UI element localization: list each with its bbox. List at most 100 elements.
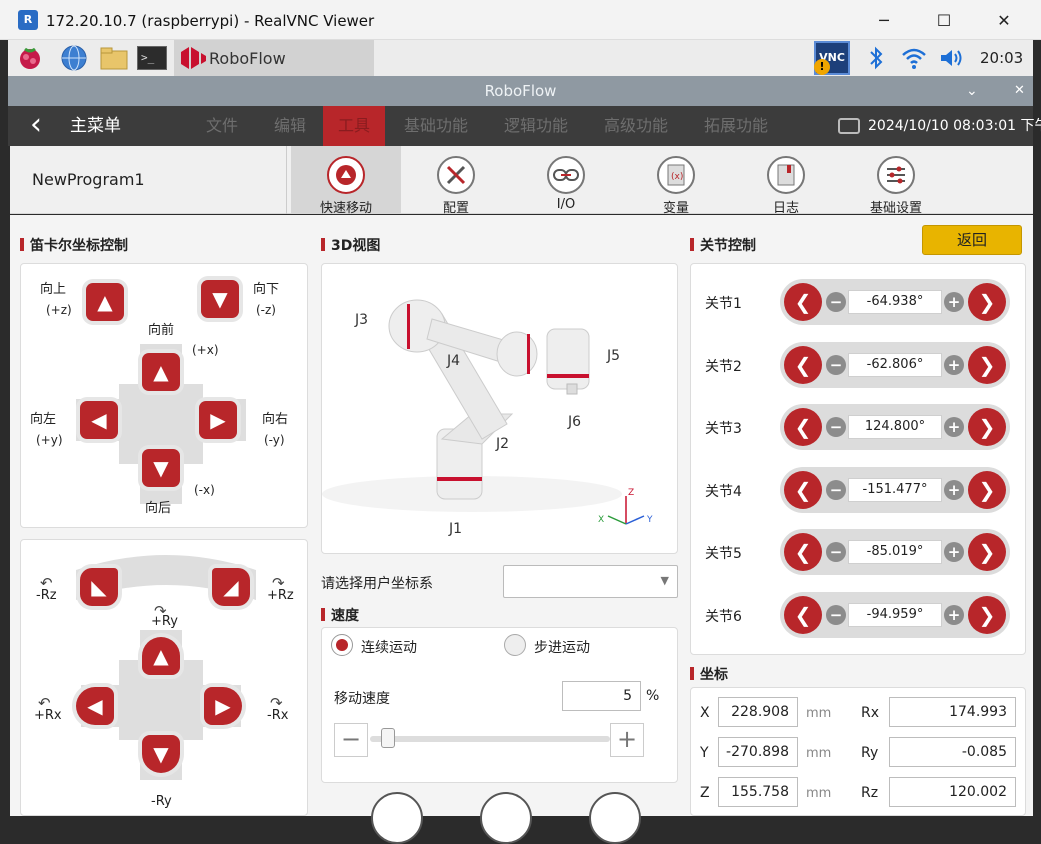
bottom-action-button-2[interactable] xyxy=(480,792,532,844)
back-label: 向后 xyxy=(145,501,172,516)
file-manager-folder-icon[interactable] xyxy=(98,43,130,73)
tool-variables[interactable]: (x) 变量 xyxy=(621,146,731,216)
browser-globe-icon[interactable] xyxy=(58,43,90,73)
z-field[interactable]: 155.758 xyxy=(718,777,798,807)
joint-minus-button[interactable]: − xyxy=(826,292,846,312)
joint-decrease-button[interactable]: ❮ xyxy=(784,408,822,446)
main-menu-label[interactable]: 主菜单 xyxy=(70,106,121,146)
joint-minus-button[interactable]: − xyxy=(826,479,846,500)
rx-field[interactable]: 174.993 xyxy=(889,697,1016,727)
joint-increase-button[interactable]: ❯ xyxy=(968,408,1006,446)
joint-decrease-button[interactable]: ❮ xyxy=(784,470,822,509)
joint-increase-button[interactable]: ❯ xyxy=(968,283,1006,321)
datetime: 2024/10/10 08:03:01 下午 xyxy=(868,118,1041,134)
joint-plus-button[interactable]: + xyxy=(944,417,964,437)
back-arrow-icon[interactable]: ‹ xyxy=(30,108,42,142)
rotate-ry-pos-button[interactable]: ▲ xyxy=(142,637,180,675)
joint-increase-button[interactable]: ❯ xyxy=(968,533,1006,571)
rz-field[interactable]: 120.002 xyxy=(889,777,1016,807)
joint-label: 关节6 xyxy=(705,608,742,625)
bottom-action-button-3[interactable] xyxy=(589,792,641,844)
rotate-rx-neg-button[interactable]: ▶ xyxy=(204,687,242,725)
tool-basic-settings[interactable]: 基础设置 xyxy=(841,146,951,216)
joint-decrease-button[interactable]: ❮ xyxy=(784,533,822,571)
raspberry-menu-icon[interactable] xyxy=(14,43,46,73)
chevron-right-icon: ❯ xyxy=(978,415,996,439)
speed-plus-button[interactable]: + xyxy=(610,723,644,757)
rotate-rz-neg-button[interactable]: ◣ xyxy=(80,568,118,606)
joint-decrease-button[interactable]: ❮ xyxy=(784,595,822,634)
rotate-rx-pos-button[interactable]: ◀ xyxy=(76,687,114,725)
joint-increase-button[interactable]: ❯ xyxy=(968,595,1006,634)
move-right-button[interactable]: ▶ xyxy=(199,401,237,439)
joint-plus-button[interactable]: + xyxy=(944,479,964,500)
return-button[interactable]: 返回 xyxy=(922,225,1022,255)
menu-tools[interactable]: 工具 xyxy=(323,106,385,146)
joint-plus-button[interactable]: + xyxy=(944,604,964,625)
speed-input[interactable]: 5 xyxy=(562,681,641,711)
tool-quick-move[interactable]: 快速移动 xyxy=(291,146,401,216)
rotate-ry-neg-button[interactable]: ▼ xyxy=(142,735,180,773)
bottom-action-button-1[interactable] xyxy=(371,792,423,844)
move-left-button[interactable]: ◀ xyxy=(80,401,118,439)
joint-increase-button[interactable]: ❯ xyxy=(968,345,1006,384)
move-down-button[interactable]: ▼ xyxy=(201,280,239,318)
collapse-button[interactable]: ⌄ xyxy=(966,76,978,106)
user-coord-select[interactable]: ▼ xyxy=(503,565,678,598)
continuous-radio[interactable] xyxy=(331,634,353,656)
joint-plus-button[interactable]: + xyxy=(944,354,964,375)
vnc-server-icon[interactable]: VNC ! xyxy=(814,41,850,75)
tool-log[interactable]: 日志 xyxy=(731,146,841,216)
close-window-button[interactable]: ✕ xyxy=(975,0,1033,40)
y-field[interactable]: -270.898 xyxy=(718,737,798,767)
joint-plus-button[interactable]: + xyxy=(944,292,964,312)
joint-minus-button[interactable]: − xyxy=(826,354,846,375)
joint-control-row: ❮ − -151.477° + ❯ xyxy=(780,466,1010,513)
speed-slider-track[interactable] xyxy=(370,736,610,742)
rz-neg-label: -Rz xyxy=(36,588,57,603)
tool-io[interactable]: I/O xyxy=(511,146,621,214)
right-axis-label: (-y) xyxy=(264,433,285,447)
minimize-button[interactable]: ─ xyxy=(855,0,913,40)
roboflow-taskbar-item[interactable]: RoboFlow xyxy=(174,40,374,76)
joint-value: -94.959° xyxy=(848,602,942,627)
roboflow-close-button[interactable]: ✕ xyxy=(1014,76,1025,106)
j5-label: J5 xyxy=(607,348,621,364)
joint-minus-button[interactable]: − xyxy=(826,417,846,437)
speed-slider-thumb[interactable] xyxy=(381,728,396,748)
menu-extension-functions[interactable]: 拓展功能 xyxy=(696,106,776,146)
menu-basic-functions[interactable]: 基础功能 xyxy=(396,106,476,146)
menu-edit[interactable]: 编辑 xyxy=(266,106,314,146)
tool-config-label: 配置 xyxy=(442,201,469,216)
x-field[interactable]: 228.908 xyxy=(718,697,798,727)
ry-field[interactable]: -0.085 xyxy=(889,737,1016,767)
terminal-icon[interactable]: >_ xyxy=(136,43,168,73)
menu-advanced-functions[interactable]: 高级功能 xyxy=(596,106,676,146)
joint-increase-button[interactable]: ❯ xyxy=(968,470,1006,509)
step-radio[interactable] xyxy=(504,634,526,656)
joint-control-title: 关节控制 xyxy=(690,235,756,255)
bluetooth-icon[interactable] xyxy=(860,43,892,73)
speed-minus-button[interactable]: − xyxy=(334,723,368,757)
menu-logic-functions[interactable]: 逻辑功能 xyxy=(496,106,576,146)
move-up-button[interactable]: ▲ xyxy=(86,283,124,321)
rotate-rz-pos-button[interactable]: ◢ xyxy=(212,568,250,606)
tools-toolbar: NewProgram1 快速移动 配置 I/O (x) 变量 日志 基础设置 xyxy=(10,146,1033,216)
joint-control-row: ❮ − -64.938° + ❯ xyxy=(780,279,1010,325)
maximize-button[interactable]: ☐ xyxy=(915,0,973,40)
wifi-icon[interactable] xyxy=(898,43,930,73)
chevron-left-icon: ❮ xyxy=(794,540,812,564)
axis-z-label: Z xyxy=(628,488,635,498)
joint-minus-button[interactable]: − xyxy=(826,604,846,625)
move-forward-button[interactable]: ▲ xyxy=(142,353,180,391)
move-back-button[interactable]: ▼ xyxy=(142,449,180,487)
chevron-left-icon: ❮ xyxy=(794,290,812,314)
volume-icon[interactable] xyxy=(936,43,968,73)
menu-file[interactable]: 文件 xyxy=(198,106,246,146)
tool-config[interactable]: 配置 xyxy=(401,146,511,216)
joint-minus-button[interactable]: − xyxy=(826,542,846,562)
joint-decrease-button[interactable]: ❮ xyxy=(784,345,822,384)
joint-plus-button[interactable]: + xyxy=(944,542,964,562)
joint-label: 关节5 xyxy=(705,546,742,562)
joint-decrease-button[interactable]: ❮ xyxy=(784,283,822,321)
